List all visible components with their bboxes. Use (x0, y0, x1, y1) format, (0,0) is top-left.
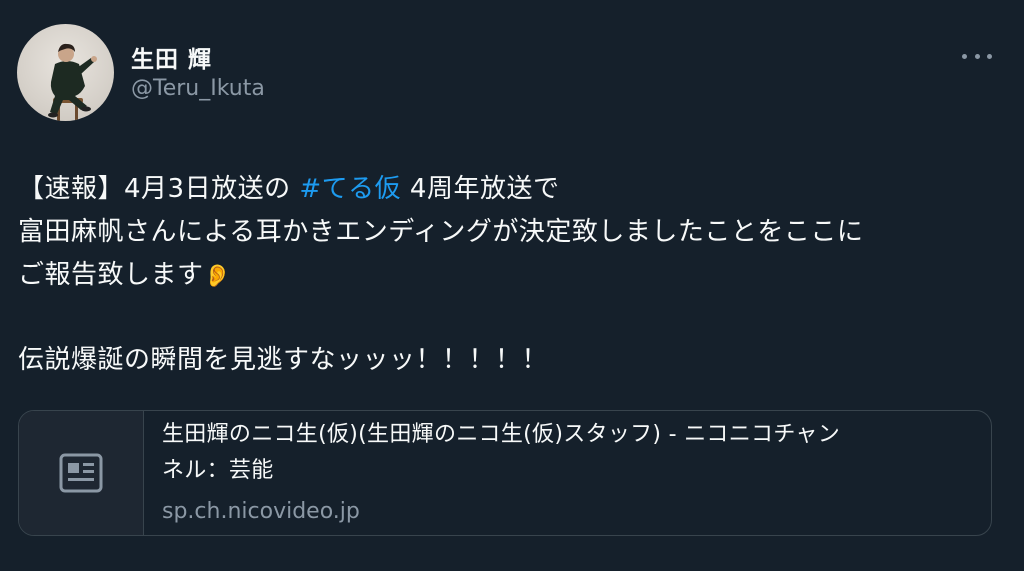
tweet: 生田 輝 @Teru_Ikuta 【速報】4月3日放送の #てる仮 4周年放送で… (0, 0, 1024, 571)
article-icon (59, 453, 103, 493)
tweet-text-line: 【速報】4月3日放送の #てる仮 4周年放送で (18, 168, 1008, 211)
link-card-domain: sp.ch.nicovideo.jp (162, 499, 360, 524)
tweet-text: 【速報】4月3日放送の #てる仮 4周年放送で 富田麻帆さんによる耳かきエンディ… (18, 168, 1008, 382)
tweet-text-line: 伝説爆誕の瞬間を見逃すなッッッ！！！！！ (18, 345, 549, 375)
author-handle[interactable]: @Teru_Ikuta (131, 76, 265, 101)
tweet-text-segment: ご報告致します (18, 260, 204, 290)
link-card-title-line: ネル：芸能 (162, 458, 274, 483)
more-options-button[interactable] (962, 44, 992, 68)
profile-photo-icon (48, 43, 97, 121)
link-card-text: 生田輝のニコ生(仮)(生田輝のニコ生(仮)スタッフ) - ニコニコチャン ネル：… (162, 417, 977, 524)
link-card-thumbnail (19, 411, 144, 535)
tweet-text-segment: 4周年放送で (401, 174, 560, 204)
ellipsis-icon (962, 53, 967, 59)
tweet-text-line: ご報告致します👂 (18, 254, 1008, 297)
hashtag-link[interactable]: #てる仮 (299, 174, 401, 204)
tweet-text-segment: 【速報】4月3日放送の (18, 174, 300, 204)
ellipsis-icon (974, 53, 980, 59)
avatar[interactable] (17, 24, 114, 121)
author-display-name[interactable]: 生田 輝 (131, 40, 212, 74)
ear-emoji-icon: 👂 (203, 264, 232, 289)
ellipsis-icon (987, 53, 992, 59)
tweet-text-line: 富田麻帆さんによる耳かきエンディングが決定致しましたことをここに (18, 217, 864, 247)
link-card-title-line: 生田輝のニコ生(仮)(生田輝のニコ生(仮)スタッフ) - ニコニコチャン (162, 422, 841, 447)
link-card-title: 生田輝のニコ生(仮)(生田輝のニコ生(仮)スタッフ) - ニコニコチャン ネル：… (162, 417, 977, 489)
link-preview-card[interactable]: 生田輝のニコ生(仮)(生田輝のニコ生(仮)スタッフ) - ニコニコチャン ネル：… (18, 410, 992, 536)
